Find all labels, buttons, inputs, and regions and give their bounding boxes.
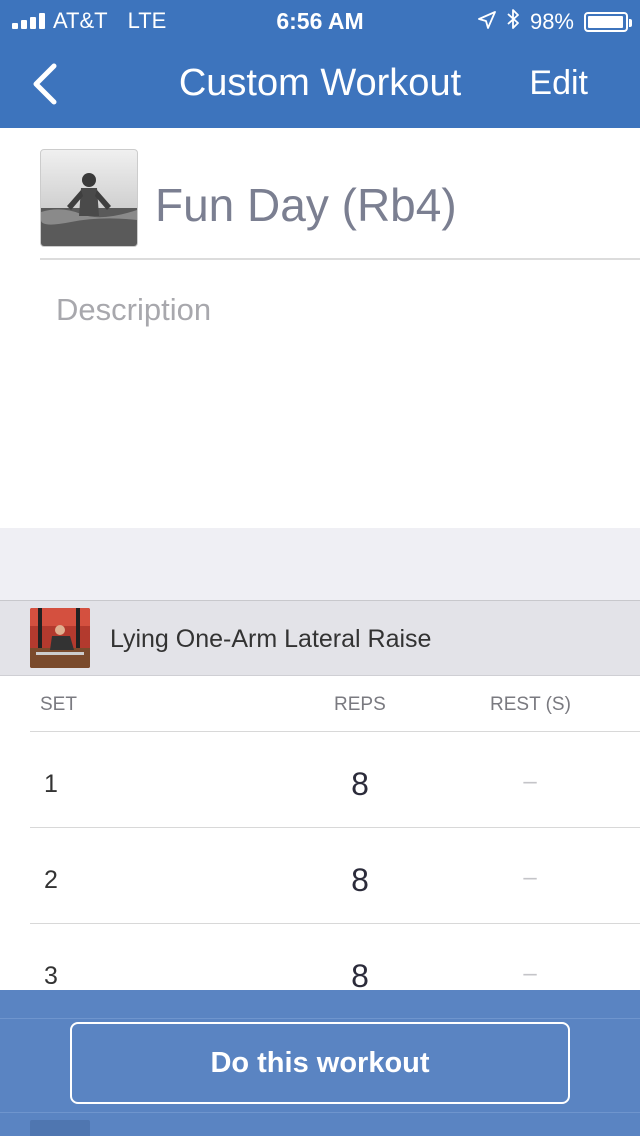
column-rest: REST (S) — [490, 694, 571, 715]
location-arrow-icon — [478, 9, 496, 35]
table-row[interactable]: 2 8 – — [30, 828, 640, 924]
sets-table-header: SET REPS REST (S) — [30, 676, 640, 732]
navigation-bar: Custom Workout Edit — [0, 40, 640, 128]
bluetooth-icon — [506, 8, 520, 36]
reps-value: 8 — [351, 862, 369, 898]
workout-name[interactable]: Fun Day (Rb4) — [155, 178, 457, 232]
column-reps: REPS — [334, 694, 386, 715]
rest-value: – — [523, 768, 537, 795]
status-bar: AT&T LTE 6:56 AM 98% — [0, 0, 640, 40]
top-bar: AT&T LTE 6:56 AM 98% Custom Workout Edit — [0, 0, 640, 128]
divider — [0, 1018, 640, 1019]
column-set: SET — [40, 694, 77, 715]
battery-fill — [588, 16, 623, 28]
do-workout-button[interactable]: Do this workout — [70, 1022, 570, 1104]
divider — [40, 258, 640, 260]
battery-percent: 98% — [529, 9, 574, 34]
description-field[interactable]: Description — [56, 292, 211, 328]
bottom-action-bar: Do this workout — [0, 990, 640, 1136]
exercise-image — [30, 608, 90, 668]
set-number: 2 — [44, 866, 58, 894]
table-row[interactable]: 1 8 – — [30, 732, 640, 828]
exercise-name: Lying One-Arm Lateral Raise — [110, 625, 432, 653]
next-exercise-thumbnail — [30, 1120, 90, 1136]
exercise-header[interactable]: Lying One-Arm Lateral Raise — [0, 601, 640, 676]
set-number: 3 — [44, 962, 58, 990]
status-right: 98% — [478, 8, 632, 36]
rest-value: – — [523, 864, 537, 891]
battery-icon — [584, 12, 632, 32]
section-spacer — [0, 528, 640, 601]
workout-image[interactable] — [40, 149, 138, 247]
set-number: 1 — [44, 770, 58, 798]
divider — [0, 1112, 640, 1113]
edit-button[interactable]: Edit — [529, 64, 588, 103]
rest-value: – — [523, 960, 537, 987]
reps-value: 8 — [351, 766, 369, 802]
